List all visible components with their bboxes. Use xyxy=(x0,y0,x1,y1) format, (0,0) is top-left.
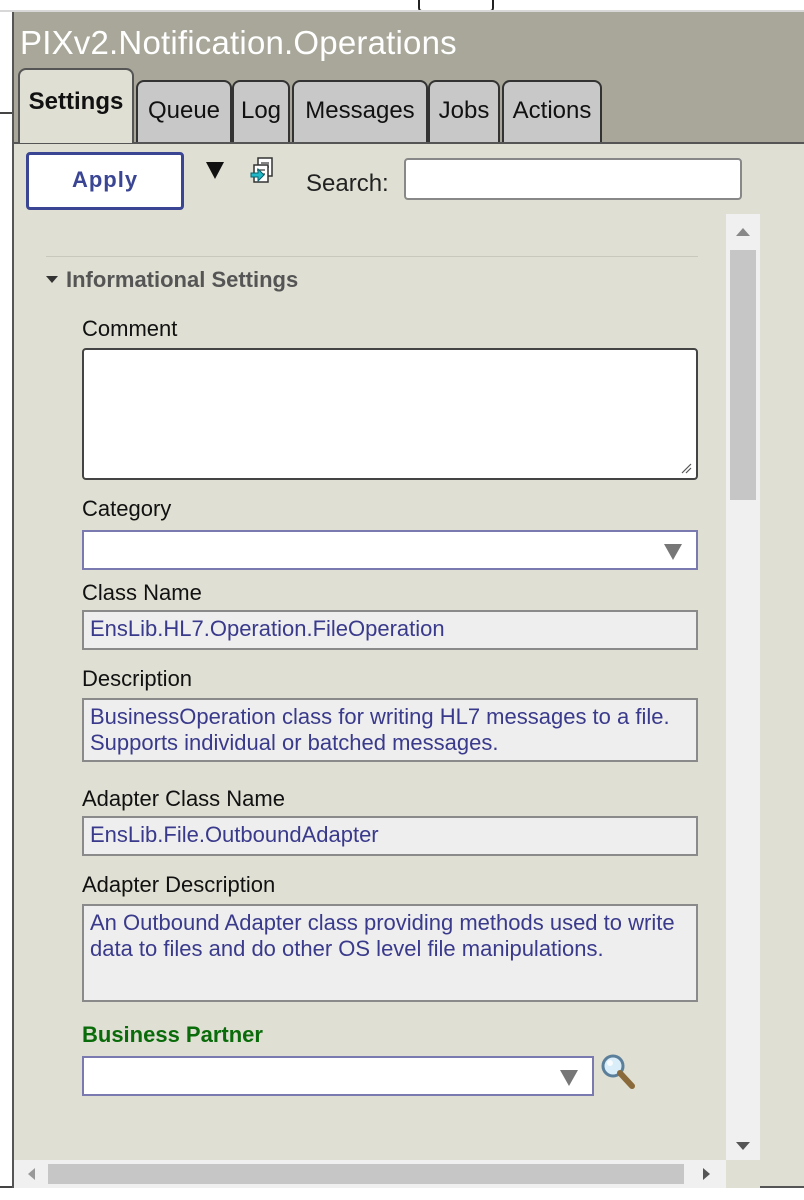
tab-jobs[interactable]: Jobs xyxy=(428,80,500,142)
category-label: Category xyxy=(82,496,172,521)
settings-panel: PIXv2.Notification.Operations Settings Q… xyxy=(12,12,804,1188)
resize-grip-icon[interactable] xyxy=(680,462,692,474)
adapter-class-name-field: EnsLib.File.OutboundAdapter xyxy=(82,816,698,856)
category-dropdown-icon xyxy=(664,544,682,560)
settings-content: Apply Search: Informational Settings Com… xyxy=(14,142,804,1188)
horizontal-scrollbar[interactable] xyxy=(14,1160,726,1188)
section-divider xyxy=(46,256,698,257)
scrollbar-corner xyxy=(726,1160,760,1188)
magnifier-icon[interactable] xyxy=(598,1052,638,1092)
scroll-left-icon[interactable] xyxy=(28,1168,35,1180)
comment-label: Comment xyxy=(82,316,178,341)
tab-queue[interactable]: Queue xyxy=(136,80,232,142)
comment-textarea[interactable] xyxy=(82,348,698,480)
business-partner-select[interactable] xyxy=(82,1056,594,1096)
category-select[interactable] xyxy=(82,530,698,570)
search-input[interactable] xyxy=(404,158,742,200)
panel-title: PIXv2.Notification.Operations xyxy=(20,24,457,61)
apply-button[interactable]: Apply xyxy=(26,152,184,210)
business-partner-label: Business Partner xyxy=(82,1022,263,1047)
vertical-scroll-thumb[interactable] xyxy=(730,250,756,500)
tab-actions[interactable]: Actions xyxy=(502,80,602,142)
vertical-scrollbar[interactable] xyxy=(726,214,760,1160)
adapter-description-label: Adapter Description xyxy=(82,872,276,897)
tab-log[interactable]: Log xyxy=(232,80,290,142)
scroll-right-icon[interactable] xyxy=(703,1168,710,1180)
scroll-down-icon[interactable] xyxy=(736,1142,750,1150)
description-label: Description xyxy=(82,666,193,691)
tab-settings[interactable]: Settings xyxy=(18,68,134,143)
tab-messages[interactable]: Messages xyxy=(292,80,428,142)
description-field: BusinessOperation class for writing HL7 … xyxy=(82,698,698,762)
dropdown-arrow-icon[interactable] xyxy=(206,162,224,179)
top-strip xyxy=(0,0,804,12)
adapter-description-field: An Outbound Adapter class providing meth… xyxy=(82,904,698,1002)
export-icon[interactable] xyxy=(250,156,276,184)
horizontal-scroll-thumb[interactable] xyxy=(48,1164,684,1184)
section-header-informational[interactable]: Informational Settings xyxy=(46,267,298,293)
search-label: Search: xyxy=(306,170,389,197)
business-partner-dropdown-icon xyxy=(560,1070,578,1086)
settings-scroll-area: Informational Settings Comment Category … xyxy=(14,212,786,1156)
section-title: Informational Settings xyxy=(66,267,299,292)
class-name-label: Class Name xyxy=(82,580,202,605)
class-name-field: EnsLib.HL7.Operation.FileOperation xyxy=(82,610,698,650)
adapter-class-name-label: Adapter Class Name xyxy=(82,786,285,811)
scroll-up-icon[interactable] xyxy=(736,228,750,236)
collapse-triangle-icon xyxy=(46,275,58,283)
